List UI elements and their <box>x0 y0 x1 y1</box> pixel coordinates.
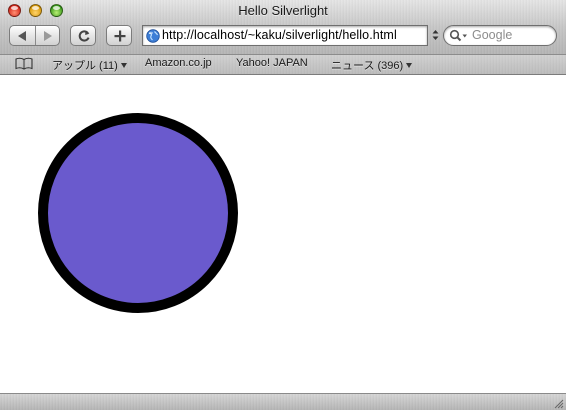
bookmark-label: ニュース (396) <box>331 60 404 72</box>
plus-icon <box>114 30 126 42</box>
forward-arrow-icon[interactable] <box>44 31 52 41</box>
book-icon[interactable] <box>15 57 33 70</box>
bookmark-news-menu[interactable]: ニュース (396) <box>331 57 413 73</box>
url-history-icon[interactable] <box>432 28 439 42</box>
bookmark-apple-menu[interactable]: アップル (11) <box>52 57 127 73</box>
back-forward-group <box>9 25 60 46</box>
menu-triangle-icon <box>120 63 127 68</box>
search-placeholder: Google <box>472 28 513 42</box>
bookmark-amazon[interactable]: Amazon.co.jp <box>145 57 212 69</box>
bookmarks-bar: アップル (11) Amazon.co.jp Yahoo! JAPAN ニュース… <box>0 55 566 75</box>
menu-triangle-icon <box>406 63 413 68</box>
globe-icon <box>146 29 160 43</box>
status-bar <box>0 393 566 410</box>
page-content <box>0 75 566 393</box>
reload-button[interactable] <box>70 25 96 46</box>
bookmark-yahoo[interactable]: Yahoo! JAPAN <box>236 57 308 69</box>
search-field[interactable]: Google <box>443 25 557 46</box>
silverlight-circle <box>38 113 238 313</box>
reload-icon <box>78 30 90 42</box>
address-text: http://localhost/~kaku/silverlight/hello… <box>162 28 397 42</box>
window-title: Hello Silverlight <box>238 3 328 18</box>
address-bar[interactable]: http://localhost/~kaku/silverlight/hello… <box>142 25 428 46</box>
bookmark-label: アップル (11) <box>52 60 118 72</box>
browser-window: Hello Silverlight http://localhost/~kaku… <box>0 0 566 410</box>
back-arrow-icon[interactable] <box>18 31 26 41</box>
bookmark-label: Amazon.co.jp <box>145 57 212 69</box>
search-icon <box>449 29 467 42</box>
title-toolbar-area: Hello Silverlight http://localhost/~kaku… <box>0 0 566 55</box>
resize-grip-icon[interactable] <box>553 398 564 409</box>
bookmark-label: Yahoo! JAPAN <box>236 57 308 69</box>
add-bookmark-button[interactable] <box>106 25 132 46</box>
nav-divider <box>35 26 36 45</box>
